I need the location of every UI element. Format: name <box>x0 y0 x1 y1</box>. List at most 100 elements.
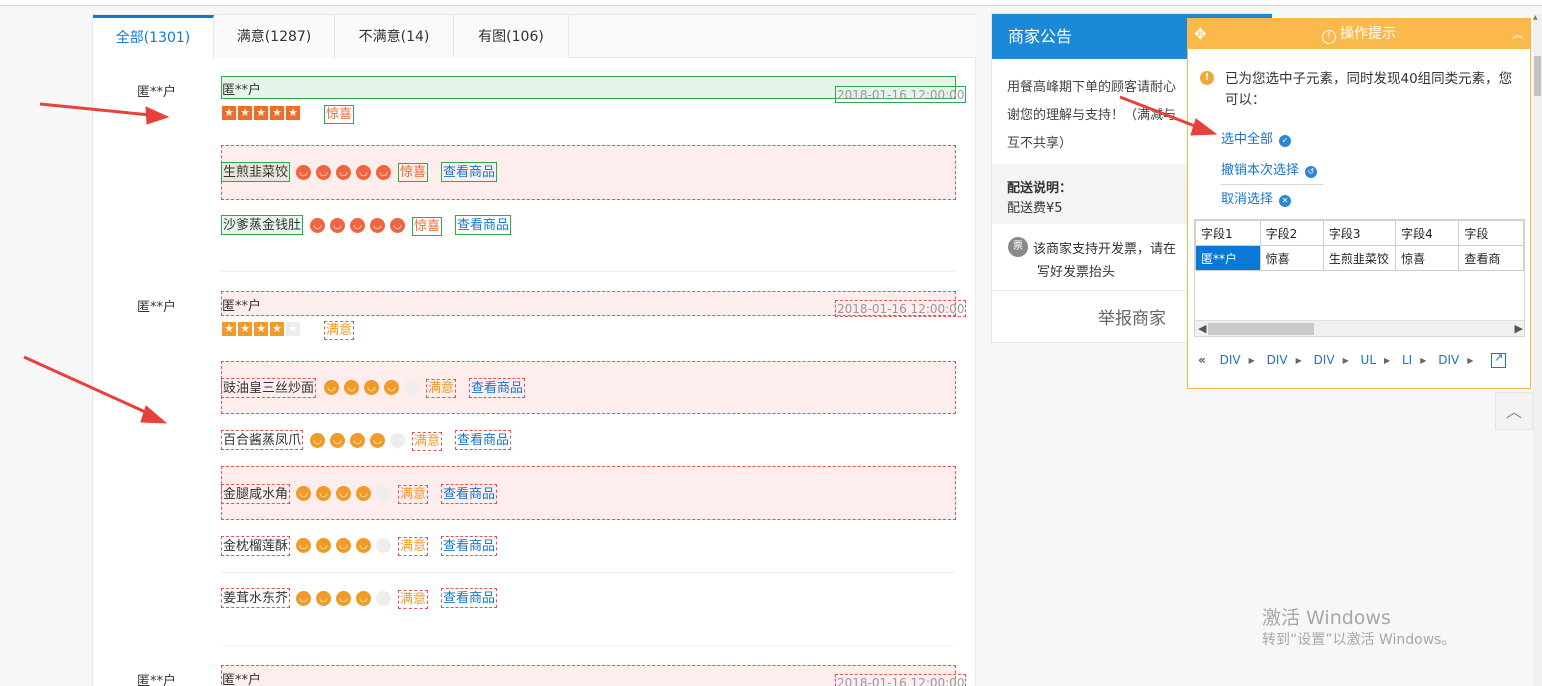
star-icon <box>222 321 236 337</box>
smile-icon <box>404 380 419 395</box>
breadcrumb-back-icon[interactable]: « <box>1198 353 1206 367</box>
scroll-right-icon[interactable]: ▶ <box>1515 321 1523 336</box>
breadcrumb-separator-icon: ▶ <box>1248 356 1255 365</box>
breadcrumb-item[interactable]: DIV <box>1267 353 1288 367</box>
breadcrumb-separator-icon: ▶ <box>1420 356 1427 365</box>
move-icon[interactable]: ✥ <box>1194 19 1207 50</box>
rating-tag: 惊喜 <box>324 105 355 124</box>
review-tabs: 全部(1301) 满意(1287) 不满意(14) 有图(106) <box>93 15 977 59</box>
review-username: 匿**户 <box>222 673 262 686</box>
smile-icon <box>336 591 351 606</box>
item-name: 百合酱蒸凤爪 <box>221 430 304 450</box>
smile-icon <box>336 486 351 501</box>
star-icon <box>238 321 252 337</box>
star-icon <box>254 105 268 121</box>
review-username: 匿**户 <box>222 83 262 98</box>
collapse-icon[interactable]: ︽ <box>1512 19 1523 50</box>
smile-icon <box>310 433 325 448</box>
smile-icon <box>316 538 331 553</box>
view-product-link[interactable]: 查看商品 <box>441 162 498 182</box>
item-tag: 满意 <box>398 590 429 609</box>
breadcrumb-separator-icon: ▶ <box>1384 356 1391 365</box>
star-icon <box>222 105 236 121</box>
smile-icon <box>364 380 379 395</box>
undo-icon: ↺ <box>1305 166 1318 178</box>
horizontal-scrollbar[interactable]: ◀ ▶ <box>1195 320 1524 336</box>
smile-icon <box>336 165 351 180</box>
table-header-cell: 字段4 <box>1395 220 1460 246</box>
rating-stars <box>222 105 302 122</box>
item-tag: 满意 <box>426 379 457 398</box>
tab-satisfied[interactable]: 满意(1287) <box>214 15 335 58</box>
table-header-cell: 字段2 <box>1259 220 1324 246</box>
select-all-label: 选中全部 <box>1221 132 1274 147</box>
star-icon <box>238 105 252 121</box>
star-icon <box>254 321 268 337</box>
item-faces <box>310 218 410 234</box>
windows-activation-title: 激活 Windows <box>1262 607 1391 629</box>
smile-icon <box>356 591 371 606</box>
breadcrumb-item[interactable]: DIV <box>1220 353 1241 367</box>
view-product-link[interactable]: 查看商品 <box>455 215 512 235</box>
review-user: 匿**户 <box>137 85 177 100</box>
undo-selection-label: 撤销本次选择 <box>1221 163 1300 178</box>
item-faces <box>296 591 396 607</box>
breadcrumb-item[interactable]: DIV <box>1438 353 1459 367</box>
review-date: 2018-01-16 12:00:00 <box>835 86 967 103</box>
tip-header[interactable]: ✥ ! 操作提示 ︽ <box>1188 19 1530 49</box>
table-header-row: 字段1 字段2 字段3 字段4 字段 <box>1195 220 1524 246</box>
table-cell[interactable]: 生煎韭菜饺 <box>1322 245 1397 271</box>
item-name: 姜茸水东芥 <box>221 588 291 608</box>
table-cell[interactable]: 惊喜 <box>1395 245 1460 271</box>
item-tag: 满意 <box>398 537 429 556</box>
tab-all[interactable]: 全部(1301) <box>93 15 214 59</box>
item-name: 豉油皇三丝炒面 <box>221 378 317 398</box>
rating-tag: 满意 <box>324 321 355 340</box>
table-cell[interactable]: 惊喜 <box>1259 245 1324 271</box>
smile-icon <box>350 218 365 233</box>
close-icon: ✕ <box>1279 195 1292 207</box>
select-all-link[interactable]: 选中全部 ✓ <box>1221 128 1292 147</box>
breadcrumb-item[interactable]: DIV <box>1314 353 1335 367</box>
view-product-link[interactable]: 查看商品 <box>441 484 498 504</box>
smile-icon <box>330 218 345 233</box>
warning-icon: ! <box>1200 71 1214 85</box>
table-cell[interactable]: 查看商 <box>1458 245 1524 271</box>
star-icon <box>286 105 300 121</box>
smile-icon <box>296 538 311 553</box>
item-faces <box>324 380 424 396</box>
view-product-link[interactable]: 查看商品 <box>441 588 498 608</box>
tab-unsatisfied[interactable]: 不满意(14) <box>335 15 454 58</box>
view-product-link[interactable]: 查看商品 <box>469 378 526 398</box>
breadcrumb-item[interactable]: UL <box>1361 353 1376 367</box>
page-scroll-thumb[interactable] <box>1534 56 1541 96</box>
review-user: 匿**户 <box>137 300 177 315</box>
info-icon: ! <box>1322 30 1336 44</box>
smile-icon <box>370 433 385 448</box>
table-header-cell: 字段3 <box>1322 220 1397 246</box>
smile-icon <box>384 380 399 395</box>
back-to-top-button[interactable]: ︿ <box>1495 392 1533 430</box>
smile-icon <box>336 538 351 553</box>
tip-separator <box>1221 184 1323 185</box>
review-username: 匿**户 <box>222 299 262 314</box>
view-product-link[interactable]: 查看商品 <box>455 430 512 450</box>
undo-selection-link[interactable]: 撤销本次选择 ↺ <box>1221 159 1318 178</box>
open-external-icon[interactable] <box>1491 351 1506 368</box>
breadcrumb-separator-icon: ▶ <box>1467 356 1474 365</box>
cancel-selection-link[interactable]: 取消选择 ✕ <box>1221 188 1292 207</box>
breadcrumb-item[interactable]: LI <box>1402 353 1412 367</box>
scroll-left-icon[interactable]: ◀ <box>1198 321 1206 336</box>
item-divider <box>221 572 955 573</box>
view-product-link[interactable]: 查看商品 <box>441 536 498 556</box>
scroll-thumb[interactable] <box>1208 323 1314 335</box>
scroll-up-icon[interactable]: ▲ <box>1533 14 1538 21</box>
smile-icon <box>330 433 345 448</box>
page-scrollbar[interactable]: ▲ <box>1533 14 1542 686</box>
smile-icon <box>344 380 359 395</box>
table-cell[interactable]: 匿**户 <box>1195 245 1261 271</box>
item-name: 金枕榴莲酥 <box>221 536 291 556</box>
tab-with-images[interactable]: 有图(106) <box>454 15 569 58</box>
item-name: 沙爹蒸金钱肚 <box>221 215 304 235</box>
smile-icon <box>316 165 331 180</box>
